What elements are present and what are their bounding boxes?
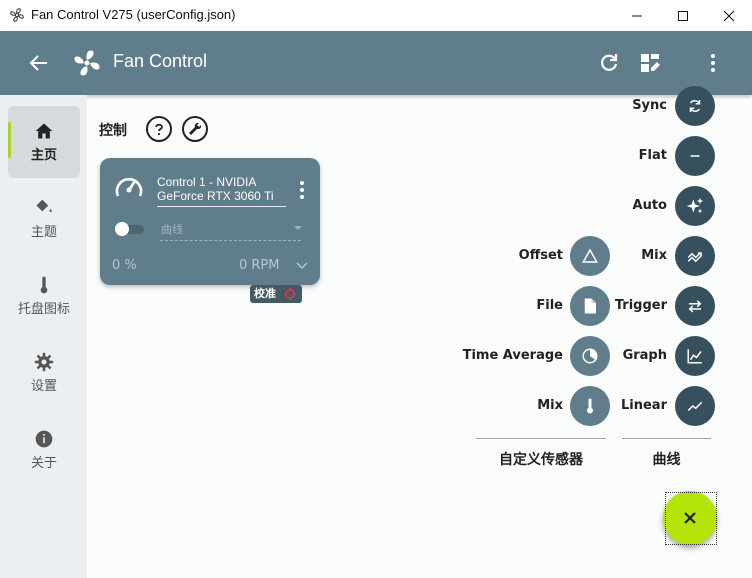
- close-icon: [723, 10, 735, 21]
- linear-icon: [687, 401, 703, 412]
- fab-label-flat: Flat: [638, 148, 667, 163]
- home-icon: [35, 123, 53, 139]
- window-title: Fan Control V275 (userConfig.json): [31, 7, 236, 22]
- fab-label-offset: Offset: [518, 248, 563, 263]
- calibrate-icon: [284, 288, 296, 300]
- curve-group-divider: [622, 438, 711, 439]
- maximize-icon: [678, 10, 688, 21]
- add-auto-curve-button[interactable]: [675, 186, 715, 226]
- help-button[interactable]: [146, 116, 172, 142]
- graph-icon: [687, 349, 702, 364]
- sync-icon: [689, 100, 701, 112]
- thermometer-icon: [587, 398, 593, 414]
- fab-label-sync: Sync: [632, 98, 667, 113]
- calibrate-button[interactable]: 校准: [250, 285, 302, 303]
- gear-icon: [34, 352, 54, 372]
- paint-bucket-icon: [35, 199, 52, 213]
- chevron-down-icon: [294, 226, 302, 230]
- fab-label-linear: Linear: [621, 398, 667, 413]
- back-arrow-icon[interactable]: [27, 51, 51, 75]
- add-file-sensor-button[interactable]: [570, 286, 610, 326]
- dashboard-edit-icon[interactable]: [638, 51, 662, 75]
- sidebar-item-settings[interactable]: 设置: [8, 337, 80, 409]
- wrench-icon: [189, 122, 202, 135]
- app-title: Fan Control: [113, 51, 208, 71]
- sidebar-item-theme[interactable]: 主题: [8, 183, 80, 255]
- fab-label-auto: Auto: [632, 198, 667, 213]
- fan-app-icon: [10, 8, 24, 22]
- close-window-button[interactable]: [706, 0, 752, 31]
- sidebar-item-tray-icon[interactable]: 托盘图标: [8, 260, 80, 332]
- sidebar-item-label: 主题: [30, 225, 57, 240]
- fab-label-file: File: [536, 298, 563, 313]
- add-trigger-curve-button[interactable]: [675, 286, 715, 326]
- sidebar-item-label: 设置: [30, 379, 57, 394]
- info-icon: [35, 430, 53, 448]
- thermometer-icon: [40, 276, 48, 294]
- fab-label-mix-curve: Mix: [641, 248, 667, 263]
- sensor-group-divider: [476, 438, 606, 439]
- focus-outline: [665, 492, 717, 545]
- time-average-icon: [582, 348, 598, 364]
- triangle-icon: [581, 248, 599, 263]
- sparkle-icon: [686, 197, 704, 214]
- minimize-icon: [632, 15, 642, 16]
- control-name-line1: Control 1 - NVIDIA: [157, 175, 257, 189]
- calibrate-label: 校准: [254, 287, 276, 300]
- sidebar-item-label: 主页: [30, 148, 57, 163]
- minus-icon: [690, 155, 700, 157]
- card-menu-icon[interactable]: [298, 180, 306, 200]
- question-icon: [155, 123, 163, 136]
- sidebar-item-about[interactable]: 关于: [8, 414, 80, 486]
- more-vert-icon[interactable]: [701, 51, 725, 75]
- curve-select[interactable]: 曲线: [161, 221, 183, 237]
- add-linear-curve-button[interactable]: [675, 386, 715, 426]
- expand-chevron-icon[interactable]: [296, 261, 308, 271]
- sidebar-item-label: 关于: [30, 456, 57, 471]
- fab-label-graph: Graph: [622, 348, 667, 363]
- sidebar-item-home[interactable]: 主页: [8, 106, 80, 178]
- tools-button[interactable]: [182, 116, 208, 142]
- file-icon: [584, 298, 596, 314]
- active-indicator: [8, 122, 11, 158]
- control-percent: 0 %: [112, 258, 137, 273]
- add-time-average-sensor-button[interactable]: [570, 336, 610, 376]
- add-mix-sensor-button[interactable]: [570, 386, 610, 426]
- app-bar: Fan Control: [0, 31, 752, 95]
- add-offset-sensor-button[interactable]: [570, 236, 610, 276]
- fan-logo-icon: [74, 50, 100, 76]
- maximize-button[interactable]: [660, 0, 706, 31]
- sidebar-item-label: 托盘图标: [17, 302, 70, 317]
- add-graph-curve-button[interactable]: [675, 336, 715, 376]
- add-mix-curve-button[interactable]: [675, 236, 715, 276]
- control-card[interactable]: Control 1 - NVIDIA GeForce RTX 3060 Ti 曲…: [100, 158, 320, 285]
- refresh-icon[interactable]: [597, 51, 621, 75]
- control-name-line2: GeForce RTX 3060 Ti: [157, 189, 274, 203]
- fab-label-time-average: Time Average: [462, 348, 563, 363]
- add-sync-curve-button[interactable]: [675, 86, 715, 126]
- control-rpm: 0 RPM: [239, 258, 280, 273]
- minimize-button[interactable]: [614, 0, 660, 31]
- sensor-group-label: 自定义传感器: [499, 452, 583, 468]
- speedometer-icon: [115, 177, 143, 197]
- enable-toggle[interactable]: [114, 222, 146, 236]
- control-name[interactable]: Control 1 - NVIDIA GeForce RTX 3060 Ti: [157, 175, 287, 203]
- add-flat-curve-button[interactable]: [675, 136, 715, 176]
- section-title-controls: 控制: [99, 123, 127, 139]
- window-titlebar: Fan Control V275 (userConfig.json): [0, 0, 752, 31]
- fab-label-mix-sensor: Mix: [537, 398, 563, 413]
- mix-icon: [687, 252, 703, 263]
- curve-group-label: 曲线: [652, 452, 681, 468]
- control-name-underline: [157, 206, 286, 207]
- swap-icon: [688, 300, 702, 313]
- fab-label-trigger: Trigger: [614, 298, 667, 313]
- curve-select-underline: [160, 240, 301, 241]
